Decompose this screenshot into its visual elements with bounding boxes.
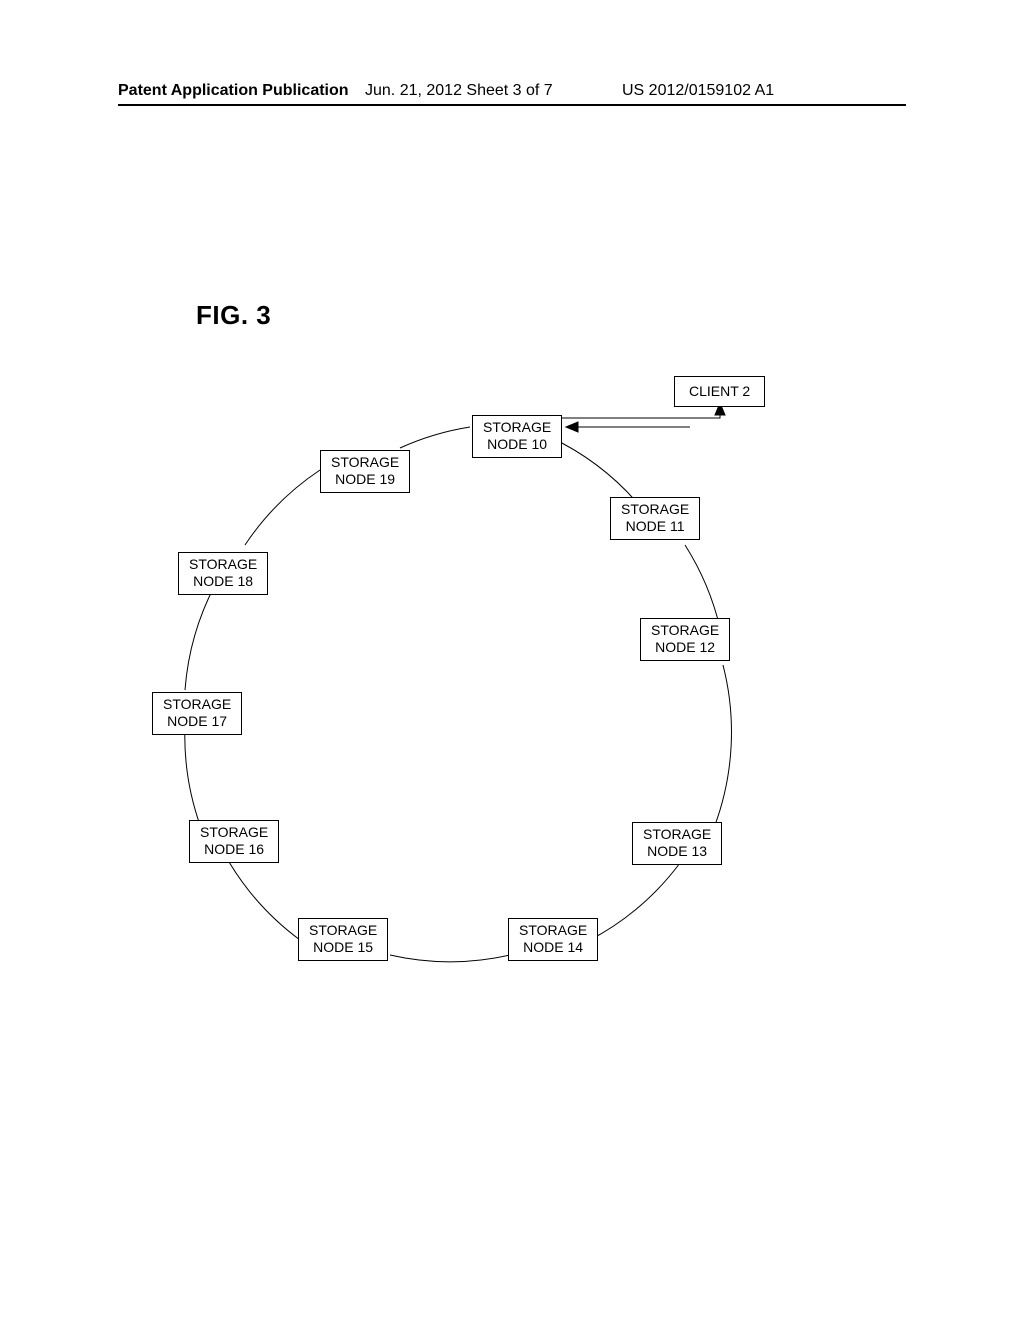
node-line2: NODE 14 (523, 939, 583, 955)
storage-node-10: STORAGE NODE 10 (472, 415, 562, 458)
diagram-svg (0, 0, 1024, 1320)
storage-node-14: STORAGE NODE 14 (508, 918, 598, 961)
node-line1: STORAGE (309, 922, 377, 938)
node-line2: NODE 15 (313, 939, 373, 955)
node-line2: NODE 12 (655, 639, 715, 655)
storage-node-16: STORAGE NODE 16 (189, 820, 279, 863)
node-line1: STORAGE (651, 622, 719, 638)
storage-node-19: STORAGE NODE 19 (320, 450, 410, 493)
node-line2: NODE 18 (193, 573, 253, 589)
header-left: Patent Application Publication (118, 82, 349, 100)
page-header: Patent Application Publication Jun. 21, … (0, 82, 1024, 112)
storage-node-13: STORAGE NODE 13 (632, 822, 722, 865)
node-line2: NODE 13 (647, 843, 707, 859)
node-line1: STORAGE (331, 454, 399, 470)
client-box: CLIENT 2 (674, 376, 765, 407)
figure-title: FIG. 3 (196, 300, 271, 331)
node-line1: STORAGE (189, 556, 257, 572)
page-container: Patent Application Publication Jun. 21, … (0, 0, 1024, 1320)
node-line2: NODE 16 (204, 841, 264, 857)
node-line1: STORAGE (163, 696, 231, 712)
header-rule (118, 104, 906, 106)
client-label: CLIENT 2 (689, 383, 750, 399)
storage-node-12: STORAGE NODE 12 (640, 618, 730, 661)
node-line2: NODE 19 (335, 471, 395, 487)
storage-node-18: STORAGE NODE 18 (178, 552, 268, 595)
node-line1: STORAGE (519, 922, 587, 938)
storage-node-17: STORAGE NODE 17 (152, 692, 242, 735)
header-right: US 2012/0159102 A1 (622, 82, 774, 100)
node-line2: NODE 17 (167, 713, 227, 729)
node-line1: STORAGE (621, 501, 689, 517)
storage-node-15: STORAGE NODE 15 (298, 918, 388, 961)
node-line1: STORAGE (200, 824, 268, 840)
node-line2: NODE 11 (626, 518, 685, 534)
node-line1: STORAGE (643, 826, 711, 842)
header-center: Jun. 21, 2012 Sheet 3 of 7 (365, 82, 553, 100)
node-line1: STORAGE (483, 419, 551, 435)
node-line2: NODE 10 (487, 436, 547, 452)
storage-node-11: STORAGE NODE 11 (610, 497, 700, 540)
